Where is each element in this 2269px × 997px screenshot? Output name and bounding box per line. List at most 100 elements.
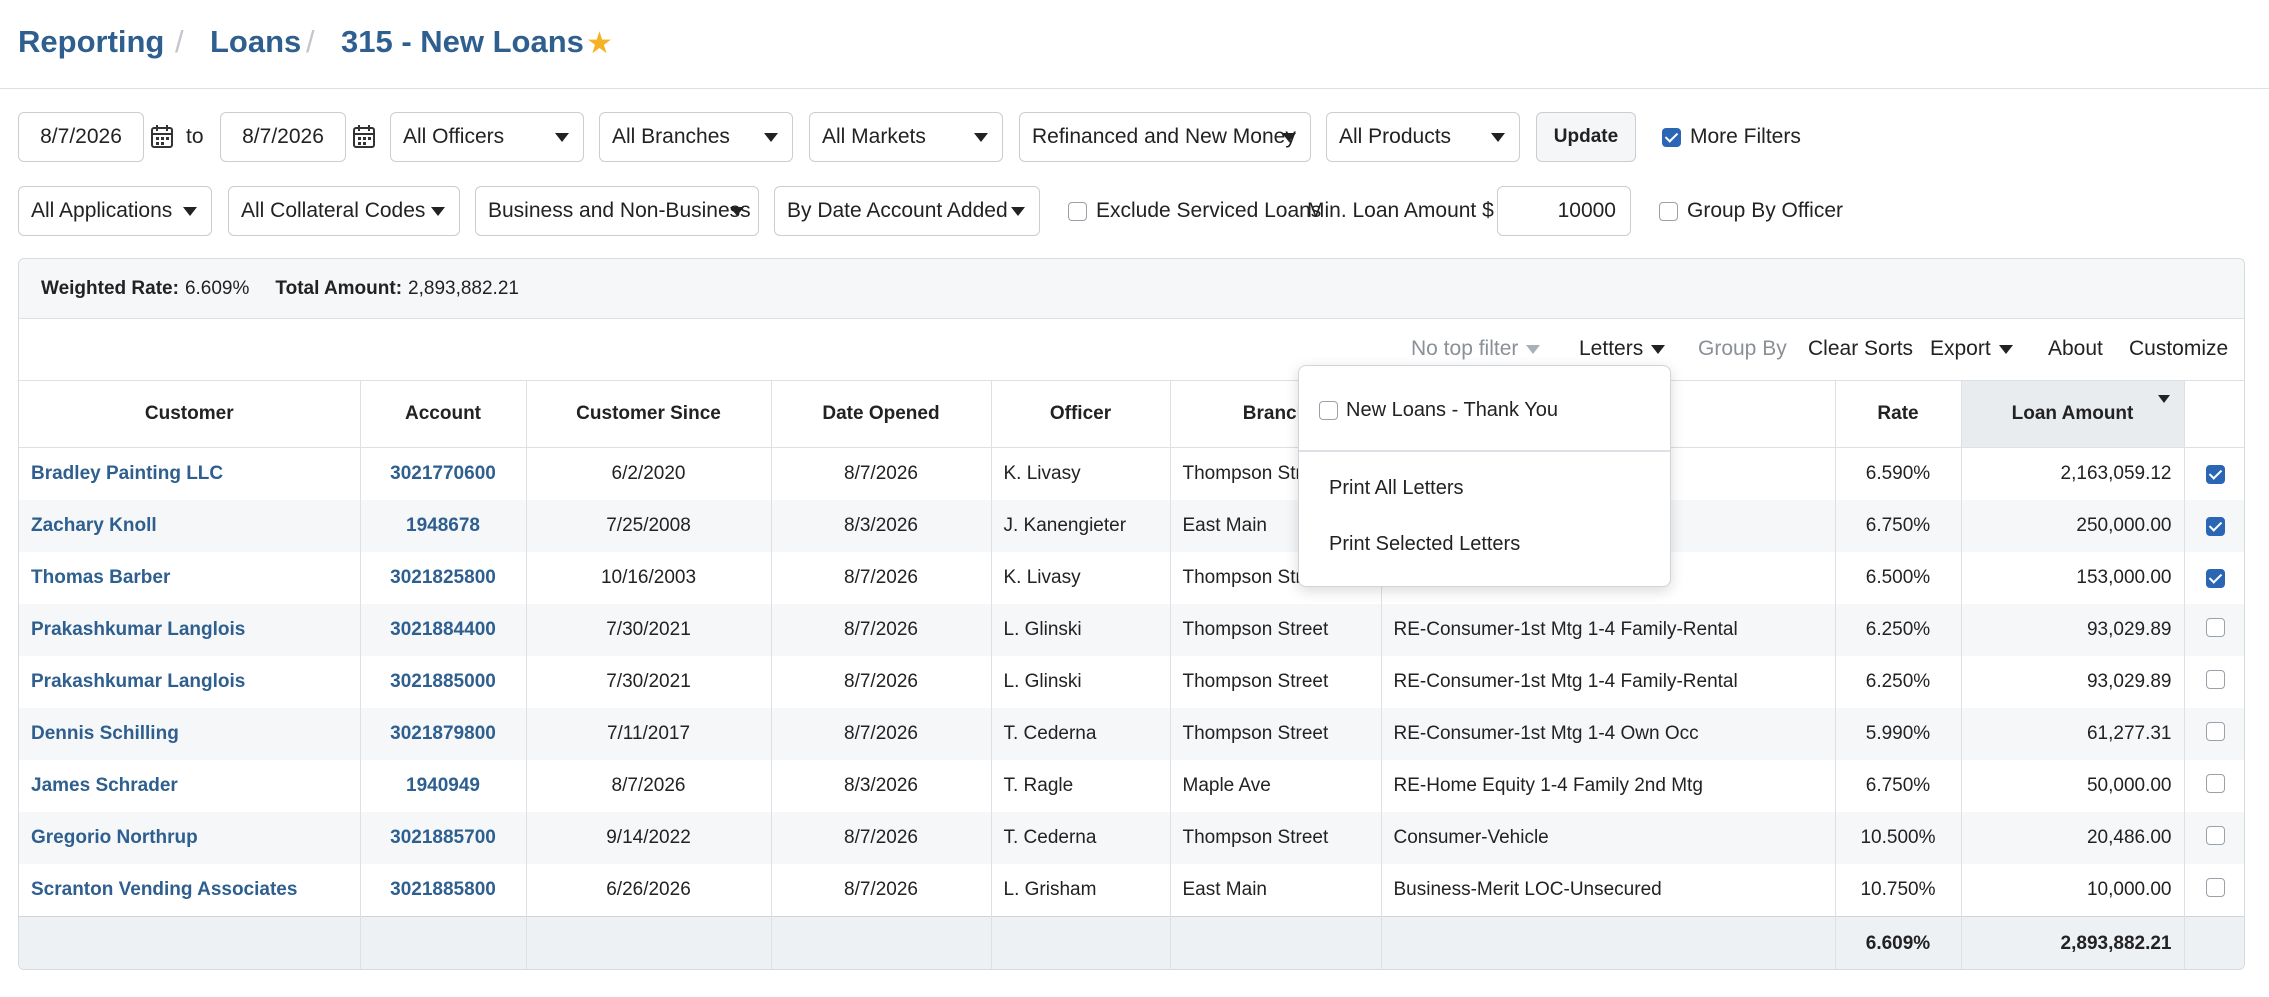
letters-dropdown[interactable]: Letters	[1579, 329, 1666, 369]
min-loan-amount-input[interactable]: 10000	[1497, 186, 1631, 236]
column-header-date-opened[interactable]: Date Opened	[771, 380, 992, 448]
row-select-checkbox[interactable]	[2205, 721, 2225, 741]
row-select-checkbox[interactable]	[2205, 773, 2225, 793]
markets-select[interactable]: All Markets	[809, 112, 1003, 162]
products-value: All Products	[1339, 125, 1452, 148]
account-cell[interactable]: 3021885000	[360, 656, 527, 708]
row-select-checkbox[interactable]	[2205, 877, 2225, 897]
officer-cell: L. Glinski	[991, 656, 1171, 708]
customer-cell[interactable]: Prakashkumar Langlois	[19, 604, 361, 656]
column-header-customer-since[interactable]: Customer Since	[526, 380, 772, 448]
row-select-cell	[2184, 656, 2244, 708]
column-header-loan-amount[interactable]: Loan Amount	[1961, 380, 2185, 448]
exclude-serviced-toggle[interactable]: Exclude Serviced Loans	[1068, 186, 1321, 236]
favorite-star-icon[interactable]: ★	[586, 26, 613, 61]
officer-cell: T. Cederna	[991, 812, 1171, 864]
row-select-checkbox[interactable]	[2205, 517, 2225, 536]
collateral-select[interactable]: All Collateral Codes	[228, 186, 460, 236]
applications-value: All Applications	[31, 199, 173, 222]
calendar-icon[interactable]	[151, 124, 173, 148]
table-row: Dennis Schilling 3021879800 7/11/2017 8/7/2…	[19, 708, 2244, 760]
row-select-checkbox[interactable]	[2205, 617, 2225, 637]
row-select-cell	[2184, 864, 2244, 917]
footer-total-amount: 2,893,882.21	[1961, 916, 2185, 969]
top-filter-dropdown[interactable]: No top filter	[1411, 329, 1541, 369]
branch-cell: Thompson Street	[1170, 708, 1382, 760]
date-mode-select[interactable]: By Date Account Added	[774, 186, 1040, 236]
top-filter-label: No top filter	[1411, 337, 1519, 360]
account-cell[interactable]: 3021885700	[360, 812, 527, 864]
more-filters-toggle[interactable]: More Filters	[1662, 112, 1801, 162]
print-all-letters-item[interactable]: Print All Letters	[1329, 468, 1464, 508]
account-cell[interactable]: 3021885800	[360, 864, 527, 917]
customer-cell[interactable]: Prakashkumar Langlois	[19, 656, 361, 708]
date-opened-cell: 8/3/2026	[771, 760, 992, 812]
products-select[interactable]: All Products	[1326, 112, 1520, 162]
column-header-account[interactable]: Account	[360, 380, 527, 448]
customer-cell[interactable]: Bradley Painting LLC	[19, 447, 361, 500]
print-selected-letters-item[interactable]: Print Selected Letters	[1329, 524, 1520, 564]
account-cell[interactable]: 3021770600	[360, 447, 527, 500]
letter-option-checkbox[interactable]	[1319, 400, 1338, 420]
table-row: Scranton Vending Associates 3021885800 6/2…	[19, 864, 2244, 917]
clear-sorts-button[interactable]: Clear Sorts	[1808, 329, 1913, 369]
loan-amount-cell: 61,277.31	[1961, 708, 2185, 760]
rate-cell: 6.250%	[1835, 656, 1962, 708]
collateral-value: All Collateral Codes	[241, 199, 426, 222]
officer-cell: K. Livasy	[991, 552, 1171, 604]
update-button[interactable]: Update	[1536, 112, 1636, 162]
account-cell[interactable]: 3021884400	[360, 604, 527, 656]
business-select[interactable]: Business and Non-Business	[475, 186, 759, 236]
date-mode-value: By Date Account Added	[787, 199, 1008, 222]
date-from-input[interactable]: 8/7/2026	[18, 112, 144, 162]
loan-amount-cell: 20,486.00	[1961, 812, 2185, 864]
officers-select[interactable]: All Officers	[390, 112, 584, 162]
customer-cell[interactable]: Scranton Vending Associates	[19, 864, 361, 917]
chevron-down-icon	[1998, 344, 2013, 354]
about-button[interactable]: About	[2048, 329, 2103, 369]
customer-cell[interactable]: Gregorio Northrup	[19, 812, 361, 864]
group-by-button[interactable]: Group By	[1698, 329, 1787, 369]
account-cell[interactable]: 1948678	[360, 500, 527, 552]
row-select-checkbox[interactable]	[2205, 669, 2225, 689]
column-header-rate[interactable]: Rate	[1835, 380, 1962, 448]
account-cell[interactable]: 3021825800	[360, 552, 527, 604]
date-to-input[interactable]: 8/7/2026	[220, 112, 346, 162]
customize-button[interactable]: Customize	[2129, 329, 2228, 369]
customer-cell[interactable]: Zachary Knoll	[19, 500, 361, 552]
column-header-customer[interactable]: Customer	[19, 380, 361, 448]
breadcrumb-reporting[interactable]: Reporting	[18, 24, 164, 60]
group-by-officer-toggle[interactable]: Group By Officer	[1659, 186, 1843, 236]
group-by-officer-checkbox[interactable]	[1659, 201, 1678, 221]
account-cell[interactable]: 1940949	[360, 760, 527, 812]
chevron-down-icon	[1651, 344, 1666, 354]
applications-select[interactable]: All Applications	[18, 186, 212, 236]
rate-cell: 10.750%	[1835, 864, 1962, 917]
row-select-checkbox[interactable]	[2205, 569, 2225, 588]
letters-label: Letters	[1579, 337, 1644, 360]
more-filters-checkbox[interactable]	[1662, 127, 1681, 147]
exclude-serviced-checkbox[interactable]	[1068, 201, 1087, 221]
branches-select[interactable]: All Branches	[599, 112, 793, 162]
loan-amount-cell: 93,029.89	[1961, 604, 2185, 656]
account-cell[interactable]: 3021879800	[360, 708, 527, 760]
loans-table: Customer Account Customer Since Date Ope…	[19, 380, 2244, 969]
column-header-officer[interactable]: Officer	[991, 380, 1171, 448]
customer-cell[interactable]: James Schrader	[19, 760, 361, 812]
customer-cell[interactable]: Dennis Schilling	[19, 708, 361, 760]
row-select-checkbox[interactable]	[2205, 465, 2225, 484]
more-filters-label: More Filters	[1690, 125, 1801, 148]
table-row: Prakashkumar Langlois 3021885000 7/30/2021…	[19, 656, 2244, 708]
breadcrumb-loans[interactable]: Loans	[210, 24, 301, 60]
letter-option-new-loans[interactable]: New Loans - Thank You	[1319, 390, 1558, 430]
chevron-down-icon	[1282, 133, 1296, 142]
rate-cell: 6.590%	[1835, 447, 1962, 500]
row-select-checkbox[interactable]	[2205, 825, 2225, 845]
customer-cell[interactable]: Thomas Barber	[19, 552, 361, 604]
chevron-down-icon	[431, 207, 445, 216]
date-opened-cell: 8/7/2026	[771, 708, 992, 760]
loan-type-value: Refinanced and New Money	[1032, 125, 1296, 148]
export-dropdown[interactable]: Export	[1930, 329, 2013, 369]
calendar-icon[interactable]	[353, 124, 375, 148]
loan-type-select[interactable]: Refinanced and New Money	[1019, 112, 1311, 162]
